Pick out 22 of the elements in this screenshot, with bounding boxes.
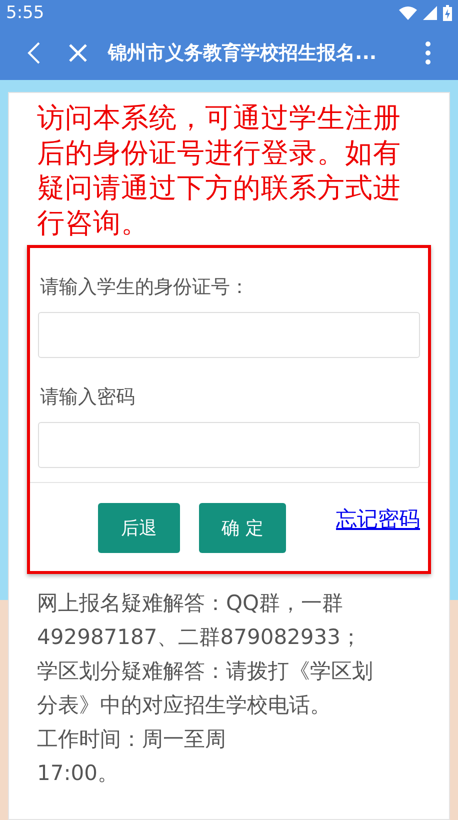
status-time: 5:55 xyxy=(6,3,44,23)
battery-icon xyxy=(443,5,452,21)
field-label: 请输入密码 xyxy=(40,385,136,410)
contact-text: 492987187、二群879082933； xyxy=(37,624,362,651)
wifi-icon xyxy=(399,6,417,20)
back-text-button[interactable]: 后退 xyxy=(98,503,180,553)
contact-text: 17:00。 xyxy=(37,760,120,787)
close-icon xyxy=(68,43,88,63)
input-field[interactable] xyxy=(38,312,420,358)
contact-text: 分表》中的对应招生学校电话。 xyxy=(37,692,332,719)
contact-text: 网上报名疑难解答：QQ群，一群 xyxy=(37,590,344,617)
notice-text: 访问本系统，可通过学生注册后的身份证号进行登录。如有疑问请通过下方的联系方式进行咨询。 xyxy=(36,101,402,241)
contact-text: 工作时间：周一至周 xyxy=(37,726,227,753)
menu-icon xyxy=(425,41,431,65)
field-label: 请输入学生的身份证号： xyxy=(40,275,250,300)
signal-icon xyxy=(423,6,437,20)
back-icon xyxy=(27,41,41,65)
input-field[interactable] xyxy=(38,422,420,468)
forgot-password-link[interactable]: 忘记密码 xyxy=(336,505,420,533)
confirm-button[interactable]: 确 定 xyxy=(199,503,286,553)
page-title: 锦州市义务教育学校招生报名... xyxy=(106,41,378,66)
contact-text: 学区划分疑难解答：请拨打《学区划 xyxy=(37,658,374,685)
